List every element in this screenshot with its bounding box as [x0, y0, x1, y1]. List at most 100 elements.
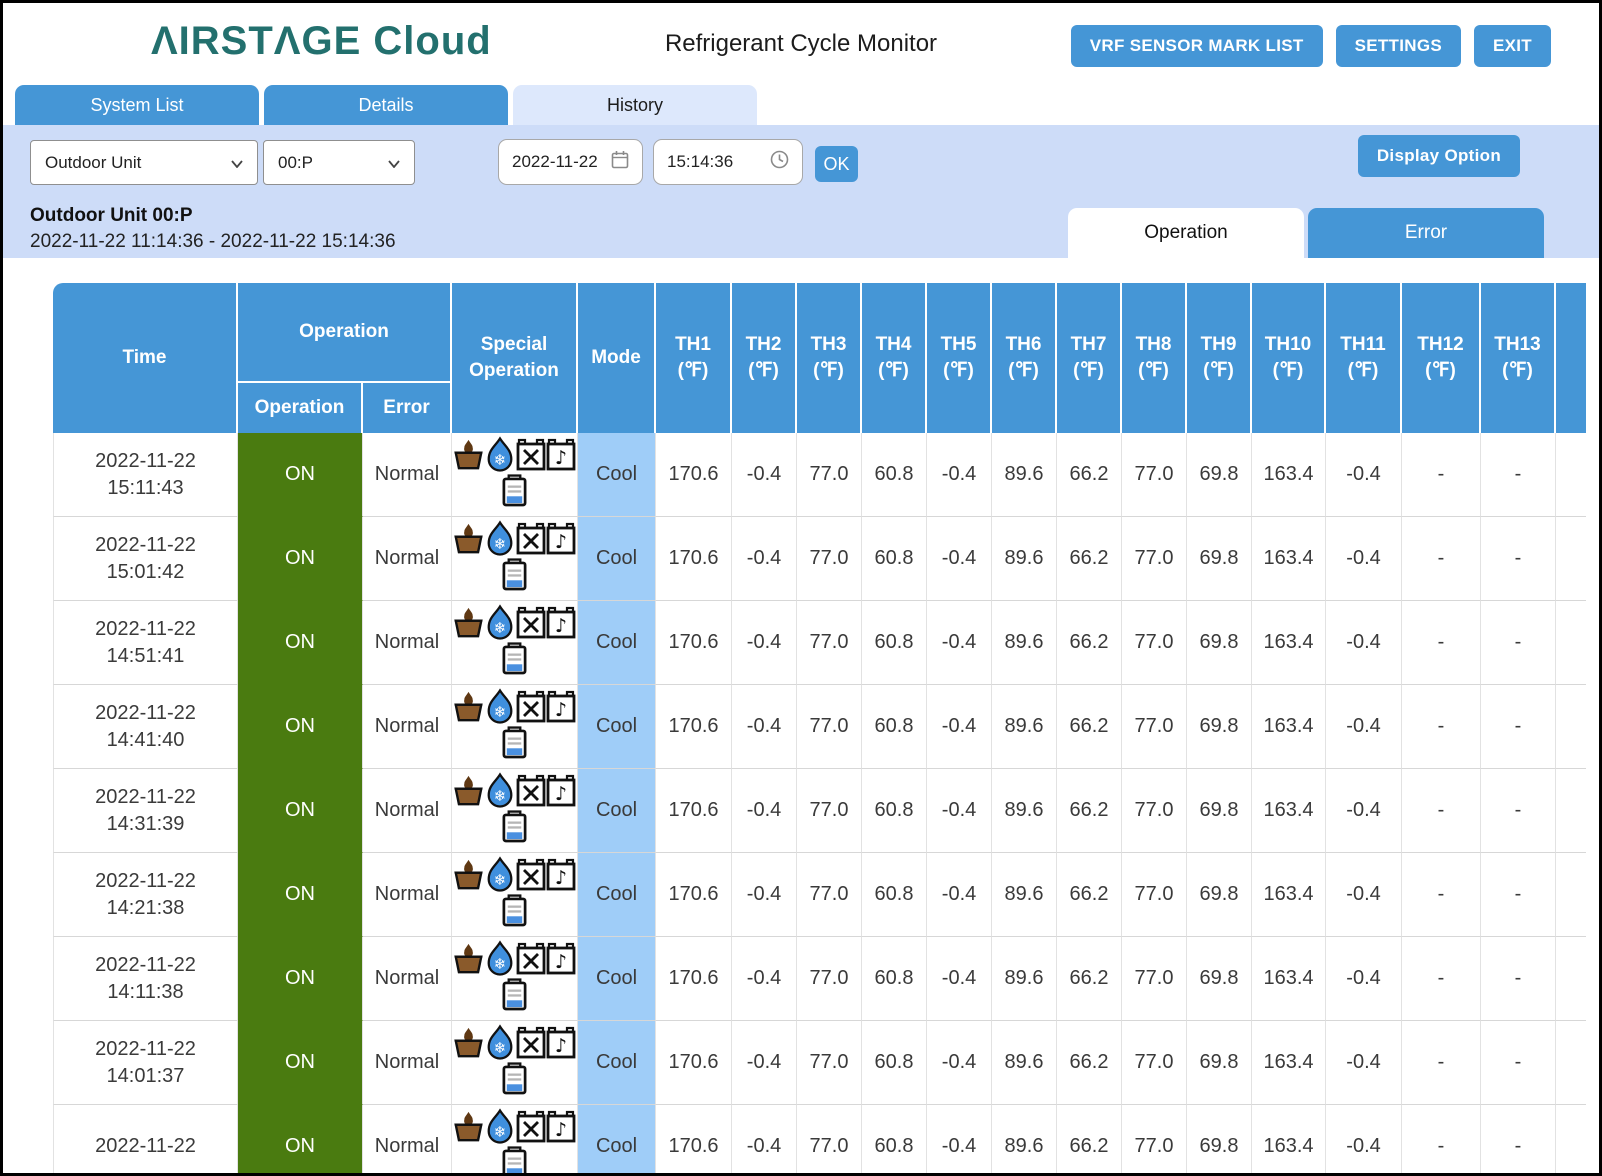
th-value	[1556, 937, 1586, 1021]
th-value: 89.6	[992, 853, 1057, 937]
settings-button[interactable]: SETTINGS	[1336, 25, 1461, 67]
svg-text:❄: ❄	[494, 787, 507, 805]
melody-box-icon: ♪	[546, 858, 576, 891]
defrost-icon: ❄	[484, 856, 516, 893]
th-value: 60.8	[862, 433, 927, 517]
time-clock: 15:11:43	[54, 475, 237, 502]
unit-type-value: Outdoor Unit	[45, 153, 141, 173]
th-column-header: TH5(℉)	[927, 283, 992, 433]
error-cell: Normal	[363, 433, 452, 517]
th-value: -0.4	[927, 517, 992, 601]
time-clock: 14:31:39	[54, 811, 237, 838]
melody-box-icon: ♪	[546, 438, 576, 471]
mode-value: Cool	[596, 715, 637, 737]
th-value: 66.2	[1057, 937, 1122, 1021]
oil-recovery-icon	[453, 1110, 484, 1143]
th-value: 69.8	[1187, 1105, 1252, 1173]
error-cell: Normal	[363, 1021, 452, 1105]
special-operation-cell: ❄	[452, 601, 578, 685]
mode-cell: Cool	[578, 853, 656, 937]
th-value: 60.8	[862, 853, 927, 937]
vrf-sensor-mark-list-button[interactable]: VRF SENSOR MARK LIST	[1071, 25, 1323, 67]
th-value: -0.4	[927, 685, 992, 769]
th-value: 170.6	[656, 517, 732, 601]
svg-text:❄: ❄	[494, 955, 507, 973]
svg-text:❄: ❄	[494, 535, 507, 553]
calendar-icon	[611, 150, 629, 174]
melody-box-icon: ♪	[546, 690, 576, 723]
svg-text:❄: ❄	[494, 871, 507, 889]
th-value: 77.0	[797, 853, 862, 937]
unit-id-select[interactable]: 00:P	[263, 140, 415, 185]
mode-cell: Cool	[578, 937, 656, 1021]
oil-recovery-icon	[453, 774, 484, 807]
unit-id-value: 00:P	[278, 153, 313, 173]
time-clock: 14:41:40	[54, 727, 237, 754]
date-input[interactable]: 2022-11-22	[498, 139, 643, 185]
view-tab-error[interactable]: Error	[1308, 208, 1544, 258]
th-column-header: TH6(℉)	[992, 283, 1057, 433]
history-table-body: 2022-11-22 15:11:43 ON Normal	[53, 433, 1586, 1173]
th-value: 77.0	[797, 769, 862, 853]
th-value: 170.6	[656, 1021, 732, 1105]
display-option-button[interactable]: Display Option	[1358, 135, 1520, 177]
svg-text:♪: ♪	[555, 867, 567, 889]
view-tab-operation[interactable]: Operation	[1068, 208, 1304, 258]
th-value: -0.4	[927, 937, 992, 1021]
history-date-range: 2022-11-22 11:14:36 - 2022-11-22 15:14:3…	[30, 231, 396, 253]
th-value: 89.6	[992, 517, 1057, 601]
time-input[interactable]: 15:14:36	[653, 139, 803, 185]
special-operation-cell: ❄	[452, 769, 578, 853]
cancel-box-icon	[516, 438, 546, 471]
mode-cell: Cool	[578, 1105, 656, 1173]
th-value: 77.0	[797, 685, 862, 769]
defrost-icon: ❄	[484, 1024, 516, 1061]
error-status: Normal	[375, 1051, 439, 1073]
time-date: 2022-11-22	[54, 1133, 237, 1160]
operation-status: ON	[285, 967, 315, 989]
th-value: -	[1481, 685, 1556, 769]
capacity-save-icon	[501, 978, 528, 1017]
capacity-save-icon	[501, 894, 528, 933]
time-clock: 14:51:41	[54, 643, 237, 670]
th-value: -0.4	[927, 853, 992, 937]
time-date: 2022-11-22	[54, 448, 237, 475]
time-cell: 2022-11-22 14:41:40	[53, 685, 238, 769]
th-value: 77.0	[1122, 517, 1187, 601]
svg-text:❄: ❄	[494, 451, 507, 469]
svg-text:♪: ♪	[555, 531, 567, 553]
th-value: 89.6	[992, 1105, 1057, 1173]
exit-button[interactable]: EXIT	[1474, 25, 1551, 67]
th-value: -	[1481, 1021, 1556, 1105]
time-date: 2022-11-22	[54, 616, 237, 643]
cancel-box-icon	[516, 942, 546, 975]
error-cell: Normal	[363, 601, 452, 685]
history-table-viewport[interactable]: Time Operation Special Operation Mode TH…	[53, 283, 1586, 1173]
history-table: Time Operation Special Operation Mode TH…	[53, 283, 1586, 1173]
mode-value: Cool	[596, 631, 637, 653]
mode-cell: Cool	[578, 1021, 656, 1105]
ok-button[interactable]: OK	[815, 146, 858, 182]
mode-column-header: Mode	[578, 283, 656, 433]
th-value	[1556, 685, 1586, 769]
th-value: 60.8	[862, 769, 927, 853]
tab-history[interactable]: History	[513, 85, 757, 125]
th-value: -	[1402, 769, 1481, 853]
operation-cell: ON	[238, 685, 363, 769]
th-value: 69.8	[1187, 601, 1252, 685]
operation-cell: ON	[238, 601, 363, 685]
th-value: 170.6	[656, 769, 732, 853]
date-value: 2022-11-22	[512, 152, 598, 172]
th-value: 77.0	[797, 1105, 862, 1173]
th-value	[1556, 769, 1586, 853]
th-value: 163.4	[1252, 1021, 1326, 1105]
th-value: 163.4	[1252, 1105, 1326, 1173]
tab-system-list[interactable]: System List	[15, 85, 259, 125]
table-row: 2022-11-22 14:11:38 ON Normal	[53, 937, 1586, 1021]
th-value: 60.8	[862, 937, 927, 1021]
unit-type-select[interactable]: Outdoor Unit	[30, 140, 258, 185]
tab-details[interactable]: Details	[264, 85, 508, 125]
special-operation-cell: ❄	[452, 937, 578, 1021]
defrost-icon: ❄	[484, 436, 516, 473]
th-value: 60.8	[862, 1105, 927, 1173]
